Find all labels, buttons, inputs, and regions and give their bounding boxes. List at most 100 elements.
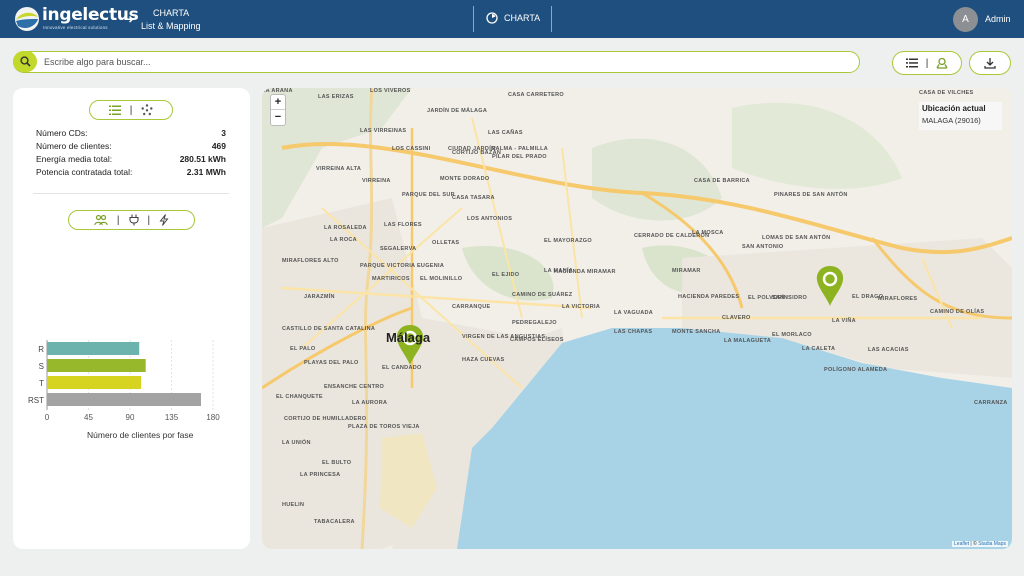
chart-x-tick-label: 90 bbox=[126, 413, 135, 422]
users-icon[interactable] bbox=[94, 214, 108, 226]
search-icon bbox=[19, 56, 31, 67]
chart-x-axis-label: Número de clientes por fase bbox=[87, 430, 194, 440]
list-icon[interactable] bbox=[108, 105, 121, 116]
map-place-label: LOMAS DE SAN ANTÓN bbox=[762, 235, 831, 241]
stat-value: 280.51 kWh bbox=[179, 154, 226, 164]
chart-bar-s[interactable] bbox=[47, 359, 146, 372]
list-icon[interactable] bbox=[905, 58, 918, 68]
map-place-label: CAMPOS ELÍSEOS bbox=[510, 337, 564, 343]
map-place-label: TABACALERA bbox=[314, 519, 355, 525]
toggle-separator: | bbox=[147, 214, 151, 226]
map-place-label: CLAVERO bbox=[722, 315, 751, 321]
map-place-label: LA ROCA bbox=[330, 237, 357, 243]
map-place-label: HUELIN bbox=[282, 502, 305, 508]
map-place-label: PILAR DEL PRADO bbox=[492, 154, 547, 160]
map-place-label: LOS VIVEROS bbox=[370, 88, 411, 94]
map-place-label: LA PRINCESA bbox=[300, 472, 341, 478]
map-place-label: OLLETAS bbox=[432, 240, 460, 246]
map-place-label: CARRANZA bbox=[974, 400, 1008, 406]
map-place-label: LAS ERIZAS bbox=[318, 94, 354, 100]
ingelectus-logo-icon bbox=[15, 7, 39, 31]
chart-category-label: R bbox=[38, 345, 44, 354]
map-place-label: VIRREINA ALTA bbox=[316, 166, 362, 172]
map-place-label: HAZA CUEVAS bbox=[462, 357, 505, 363]
lightning-icon[interactable] bbox=[159, 214, 169, 226]
nav-charta-label: CHARTA bbox=[504, 13, 541, 23]
nav-charta[interactable]: CHARTA bbox=[486, 12, 540, 24]
map-place-label: CARRANQUE bbox=[452, 304, 491, 310]
toggle-separator: | bbox=[116, 214, 120, 226]
map-place-label: MIRAMAR bbox=[672, 268, 701, 274]
map-place-label: EL EJIDO bbox=[492, 272, 520, 278]
chart-bar-rst[interactable] bbox=[47, 393, 202, 406]
map-place-label: LA VAGUADA bbox=[614, 310, 654, 316]
map-place-label: CASA DE BARRICA bbox=[694, 178, 750, 184]
map-attribution: Leaflet | © Stadia Maps bbox=[952, 541, 1008, 547]
map-place-label: LA AURORA bbox=[352, 400, 388, 406]
search-button[interactable] bbox=[13, 51, 37, 72]
map-place-label: MARTIRICOS bbox=[372, 276, 410, 282]
user-name[interactable]: Admin bbox=[985, 14, 1011, 24]
chart-category-label: T bbox=[39, 379, 44, 388]
map-place-label: PINARES DE SAN ANTÓN bbox=[774, 192, 848, 198]
map-place-label: LAS CHAPAS bbox=[614, 329, 653, 335]
brand-tagline: Innovative electrical solutions bbox=[43, 25, 108, 30]
chart-type-toggle: | | bbox=[68, 210, 195, 230]
map-place-label: MIRAFLORES ALTO bbox=[282, 258, 339, 264]
leaflet-link[interactable]: Leaflet bbox=[954, 541, 969, 547]
map-place-label: PLAZA DE TOROS VIEJA bbox=[348, 424, 420, 430]
map-place-label: EL CANDADO bbox=[382, 365, 422, 371]
toggle-separator: | bbox=[925, 57, 929, 69]
search-input[interactable] bbox=[44, 54, 844, 69]
map-place-label: EL MORLACO bbox=[772, 332, 812, 338]
dots-circle-icon[interactable] bbox=[141, 104, 153, 116]
map-place-label: EL MOLINILLO bbox=[420, 276, 463, 282]
map-place-label: EL BULTO bbox=[322, 460, 352, 466]
chart-bar-t[interactable] bbox=[47, 376, 142, 389]
download-button[interactable] bbox=[969, 51, 1011, 75]
gauge-icon bbox=[486, 12, 498, 24]
map-place-label: PARQUE DEL SUR bbox=[402, 192, 455, 198]
map-tiles[interactable] bbox=[262, 88, 1012, 549]
zoom-out-button[interactable]: − bbox=[271, 110, 285, 125]
map-place-label: LA UNIÓN bbox=[282, 440, 311, 446]
breadcrumb-item[interactable]: CHARTA bbox=[141, 7, 201, 20]
map-place-label: CASA TASARA bbox=[452, 195, 495, 201]
map-place-label: MONTE SANCHA bbox=[672, 329, 721, 335]
map-place-label: POLÍGONO ALAMEDA bbox=[824, 367, 888, 373]
map-place-label: SAN ISIDRO bbox=[772, 295, 808, 301]
map-pin-icon[interactable] bbox=[936, 57, 948, 69]
map-place-label: HACIENDA MIRAMAR bbox=[554, 269, 616, 275]
map-place-label: LA ROSALEDA bbox=[324, 225, 367, 231]
search-bar bbox=[13, 51, 860, 73]
map-place-label: LA MALAGUETA bbox=[724, 338, 771, 344]
avatar[interactable]: A bbox=[953, 7, 978, 32]
stat-label: Energía media total: bbox=[36, 154, 113, 164]
stat-label: Número CDs: bbox=[36, 128, 88, 138]
zoom-in-button[interactable]: + bbox=[271, 95, 285, 110]
info-panel: | Número CDs: 3 Número de clientes: 469 En… bbox=[13, 88, 250, 549]
map-view[interactable]: LAS ERIZAS LOS VIVEROS CASA CARRETERO CASA … bbox=[262, 88, 1012, 549]
map-place-label: LAS CAÑAS bbox=[488, 130, 523, 136]
map-place-label: JARAZMÍN bbox=[304, 294, 335, 300]
map-place-label: PEDREGALEJO bbox=[512, 320, 557, 326]
stat-label: Número de clientes: bbox=[36, 141, 112, 151]
map-place-label: JARDÍN DE MÁLAGA bbox=[427, 108, 488, 114]
map-place-label: LA CALETA bbox=[802, 346, 836, 352]
header-divider bbox=[473, 6, 474, 32]
chart-bar-r[interactable] bbox=[47, 342, 140, 355]
breadcrumb-item[interactable]: List & Mapping bbox=[141, 20, 201, 33]
map-place-label: LA MOSCA bbox=[692, 230, 724, 236]
current-location-title: Ubicación actual bbox=[922, 104, 986, 113]
stadia-link[interactable]: Stadia Maps bbox=[978, 541, 1006, 547]
stat-row: Número de clientes: 469 bbox=[36, 140, 226, 153]
stat-row: Número CDs: 3 bbox=[36, 127, 226, 140]
zoom-control: + − bbox=[270, 94, 286, 126]
map-place-label: HACIENDA PAREDES bbox=[678, 294, 740, 300]
plug-icon[interactable] bbox=[128, 214, 139, 226]
stat-row: Energía media total: 280.51 kWh bbox=[36, 153, 226, 166]
stats-list: Número CDs: 3 Número de clientes: 469 Ener… bbox=[36, 127, 226, 179]
stat-label: Potencia contratada total: bbox=[36, 167, 133, 177]
map-place-label: CORTIJO DE HUMILLADERO bbox=[284, 416, 367, 422]
divider bbox=[33, 193, 229, 194]
